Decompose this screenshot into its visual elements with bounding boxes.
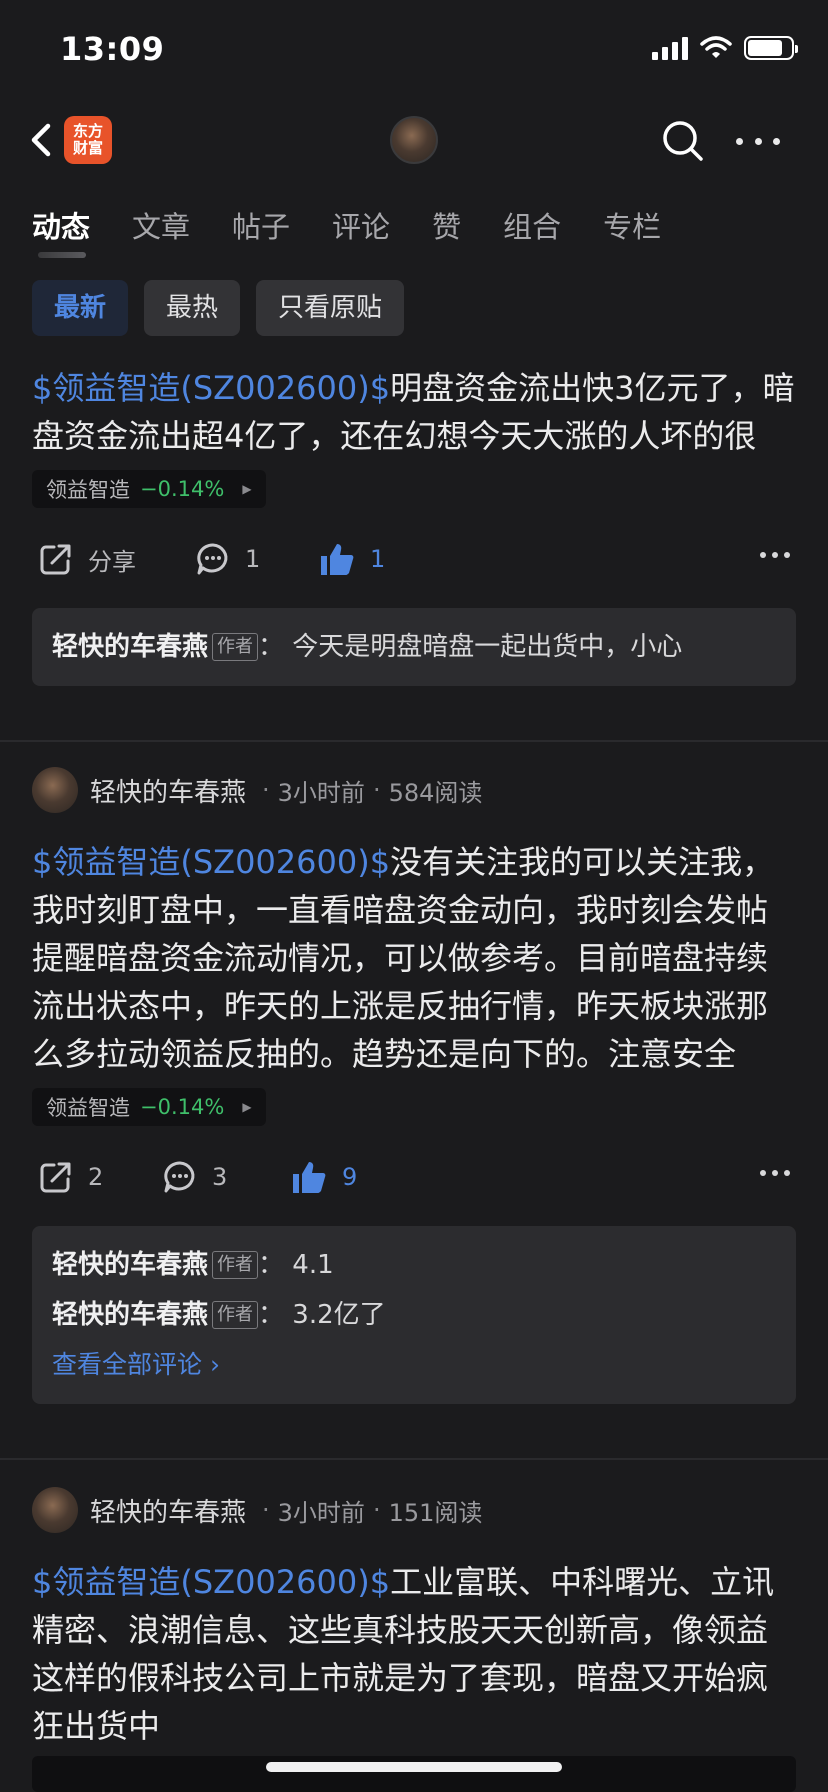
- stock-link[interactable]: $领益智造(SZ002600)$: [32, 1563, 390, 1601]
- like-icon: [293, 1162, 326, 1193]
- comment-count: 3: [212, 1163, 228, 1191]
- filter-original-only[interactable]: 只看原贴: [256, 280, 405, 336]
- comment-item[interactable]: 轻快的车春燕 作者： 3.2亿了: [52, 1290, 776, 1340]
- post-more-icon[interactable]: [760, 1170, 790, 1176]
- post-meta: 轻快的车春燕 · 3小时前 · 584阅读: [32, 766, 796, 814]
- post-text[interactable]: $领益智造(SZ002600)$没有关注我的可以关注我，我时刻盯盘中，一直看暗盘…: [32, 838, 796, 1078]
- more-icon[interactable]: [736, 126, 780, 156]
- back-icon[interactable]: [24, 118, 64, 162]
- search-icon[interactable]: [660, 118, 706, 164]
- author-avatar[interactable]: [32, 767, 78, 813]
- post-actions: 分享 1 1: [32, 522, 796, 596]
- author-avatar[interactable]: [32, 1487, 78, 1533]
- like-button[interactable]: 1: [318, 522, 385, 596]
- comment-text: ： 4.1: [258, 1250, 334, 1280]
- tab-column[interactable]: 专栏: [603, 186, 661, 272]
- like-count: 9: [342, 1163, 358, 1191]
- stock-tag[interactable]: 领益智造 −0.14% ▶: [32, 470, 266, 508]
- comment-author[interactable]: 轻快的车春燕: [52, 1250, 208, 1280]
- stock-tag-change: −0.14%: [140, 477, 225, 501]
- wifi-icon: [700, 36, 732, 58]
- post-card[interactable]: 轻快的车春燕 · 3小时前 · 151阅读 $领益智造(SZ002600)$工业…: [0, 1486, 828, 1750]
- tab-comments[interactable]: 评论: [332, 186, 390, 272]
- post-time: 3小时前: [277, 1498, 365, 1527]
- share-button[interactable]: 分享: [38, 522, 136, 596]
- post-more-icon[interactable]: [760, 552, 790, 558]
- like-count: 1: [370, 545, 386, 573]
- post-reads: 584阅读: [388, 778, 483, 807]
- status-bar: 13:09: [0, 0, 828, 98]
- post-author[interactable]: 轻快的车春燕: [90, 1492, 246, 1529]
- share-label: 分享: [88, 547, 136, 576]
- nav-bar: 东方 财富: [0, 98, 828, 186]
- tab-posts[interactable]: 帖子: [232, 186, 290, 272]
- status-icons: [652, 36, 798, 60]
- stock-tag-change: −0.14%: [140, 1095, 225, 1119]
- stock-link[interactable]: $领益智造(SZ002600)$: [32, 843, 390, 881]
- stock-tag-name: 领益智造: [46, 1096, 130, 1120]
- post-meta: 轻快的车春燕 · 3小时前 · 151阅读: [32, 1486, 796, 1534]
- comment-item[interactable]: 轻快的车春燕 作者： 4.1: [52, 1240, 776, 1290]
- comment-preview[interactable]: 轻快的车春燕 作者： 今天是明盘暗盘一起出货中，小心: [32, 608, 796, 686]
- comment-preview[interactable]: 轻快的车春燕 作者： 4.1 轻快的车春燕 作者： 3.2亿了 查看全部评论 ›: [32, 1226, 796, 1404]
- comment-button[interactable]: 3: [162, 1140, 227, 1214]
- like-button[interactable]: 9: [290, 1140, 357, 1214]
- battery-icon: [744, 36, 798, 60]
- play-icon: ▶: [242, 1100, 252, 1114]
- tab-portfolio[interactable]: 组合: [503, 186, 561, 272]
- author-badge: 作者: [212, 633, 259, 661]
- comment-icon: [164, 1161, 195, 1193]
- comment-button[interactable]: 1: [195, 522, 260, 596]
- stock-link[interactable]: $领益智造(SZ002600)$: [32, 369, 390, 407]
- post-reads: 151阅读: [388, 1498, 483, 1527]
- status-time: 13:09: [60, 30, 165, 68]
- post-actions: 2 3 9: [32, 1140, 796, 1214]
- comment-item[interactable]: 轻快的车春燕 作者： 今天是明盘暗盘一起出货中，小心: [52, 622, 776, 672]
- logo-line2: 财富: [72, 139, 103, 157]
- profile-avatar[interactable]: [390, 116, 438, 164]
- post-text[interactable]: $领益智造(SZ002600)$明盘资金流出快3亿元了，暗盘资金流出超4亿了，还…: [32, 364, 796, 460]
- tab-bar: 动态 文章 帖子 评论 赞 组合 专栏: [0, 186, 828, 272]
- filter-latest[interactable]: 最新: [32, 280, 129, 336]
- play-icon: ▶: [242, 482, 252, 496]
- signal-icon: [652, 36, 688, 60]
- comment-author[interactable]: 轻快的车春燕: [52, 632, 208, 662]
- post-card[interactable]: 轻快的车春燕 · 3小时前 · 584阅读 $领益智造(SZ002600)$没有…: [0, 766, 828, 1404]
- comment-author[interactable]: 轻快的车春燕: [52, 1300, 208, 1330]
- author-badge: 作者: [212, 1251, 259, 1279]
- post-time: 3小时前: [277, 778, 365, 807]
- tab-articles[interactable]: 文章: [132, 186, 190, 272]
- post-card[interactable]: $领益智造(SZ002600)$明盘资金流出快3亿元了，暗盘资金流出超4亿了，还…: [0, 364, 828, 686]
- home-indicator[interactable]: [266, 1762, 562, 1772]
- post-text[interactable]: $领益智造(SZ002600)$工业富联、中科曙光、立讯精密、浪潮信息、这些真科…: [32, 1558, 796, 1750]
- app-logo[interactable]: 东方 财富: [64, 116, 112, 164]
- filter-hot[interactable]: 最热: [144, 280, 241, 336]
- share-icon: [40, 544, 71, 575]
- view-all-comments-link[interactable]: 查看全部评论 ›: [52, 1340, 776, 1390]
- comment-text: ： 今天是明盘暗盘一起出货中，小心: [258, 632, 683, 662]
- post-divider: [0, 1458, 828, 1460]
- logo-line1: 东方: [72, 122, 103, 140]
- filter-chips: 最新 最热 只看原贴: [32, 280, 405, 336]
- tab-dynamic[interactable]: 动态: [32, 186, 90, 272]
- tab-likes[interactable]: 赞: [432, 186, 461, 272]
- stock-tag-name: 领益智造: [46, 478, 130, 502]
- stock-tag[interactable]: 领益智造 −0.14% ▶: [32, 1088, 266, 1126]
- comment-count: 1: [245, 545, 261, 573]
- post-divider: [0, 740, 828, 742]
- share-count: 2: [88, 1163, 104, 1191]
- comment-icon: [197, 543, 228, 575]
- share-button[interactable]: 2: [38, 1140, 103, 1214]
- share-icon: [40, 1162, 71, 1193]
- comment-text: ： 3.2亿了: [258, 1300, 386, 1330]
- author-badge: 作者: [212, 1301, 259, 1329]
- like-icon: [321, 544, 354, 575]
- post-author[interactable]: 轻快的车春燕: [90, 772, 246, 809]
